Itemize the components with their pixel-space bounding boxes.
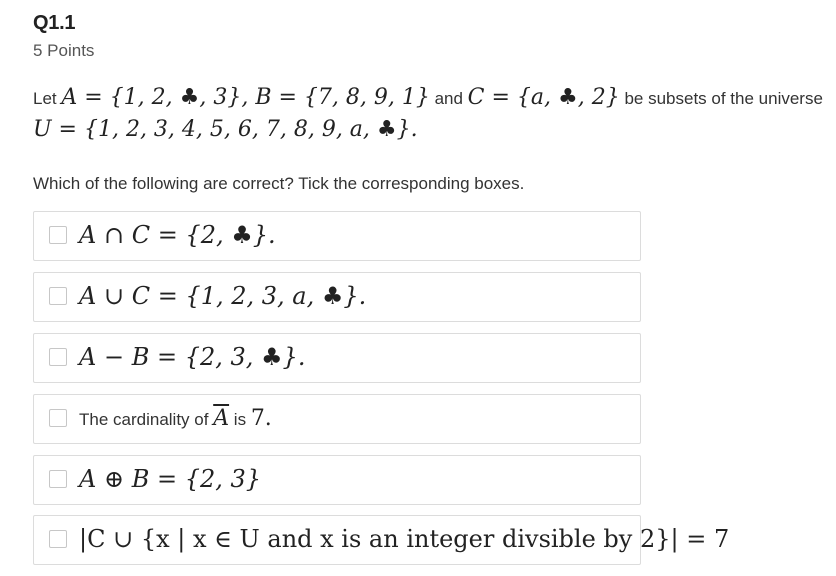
set-c-definition: C = {a, ♣, 2} <box>467 85 620 110</box>
question-stem: Let A = {1, 2, ♣, 3}, B = {7, 8, 9, 1} a… <box>33 82 823 146</box>
stem-text-subsets: be subsets of the universe <box>619 89 823 108</box>
option-4[interactable]: The cardinality of A is 7. <box>33 394 641 444</box>
option-5-checkbox[interactable] <box>49 470 67 488</box>
option-4-prefix: The cardinality of <box>79 410 214 429</box>
option-5-math: A ⊕ B = {2, 3} <box>79 465 262 493</box>
option-4-complement-a: A <box>213 406 230 431</box>
option-2[interactable]: A ∪ C = {1, 2, 3, a, ♣}. <box>33 272 641 322</box>
option-4-checkbox[interactable] <box>49 409 67 427</box>
option-6-math: |C ∪ {x | x ∈ U and x is an integer divs… <box>79 525 730 553</box>
option-5-label: A ⊕ B = {2, 3} <box>79 465 261 493</box>
option-4-middle: is <box>229 410 251 429</box>
option-3-math: A − B = {2, 3, ♣}. <box>79 343 306 371</box>
option-3-checkbox[interactable] <box>49 348 67 366</box>
question-points: 5 Points <box>33 41 95 60</box>
option-1-label: A ∩ C = {2, ♣}. <box>79 221 276 249</box>
question-title: Q1.1 <box>33 12 76 34</box>
option-6[interactable]: |C ∪ {x | x ∈ U and x is an integer divs… <box>33 515 729 565</box>
stem-text-and: and <box>429 89 468 108</box>
universe-definition: U = {1, 2, 3, 4, 5, 6, 7, 8, 9, a, ♣}. <box>33 117 418 142</box>
stem-text-let: Let <box>33 89 62 108</box>
option-1-math: A ∩ C = {2, ♣}. <box>79 221 276 249</box>
option-3-label: A − B = {2, 3, ♣}. <box>79 343 305 371</box>
option-2-math: A ∪ C = {1, 2, 3, a, ♣}. <box>79 282 367 310</box>
option-5[interactable]: A ⊕ B = {2, 3} <box>33 455 641 505</box>
instruction-text: Which of the following are correct? Tick… <box>33 174 525 193</box>
option-4-label: The cardinality of A is 7. <box>79 406 272 431</box>
set-a-b-definition: A = {1, 2, ♣, 3}, B = {7, 8, 9, 1} <box>61 85 430 110</box>
option-2-checkbox[interactable] <box>49 287 67 305</box>
option-3[interactable]: A − B = {2, 3, ♣}. <box>33 333 641 383</box>
option-1-checkbox[interactable] <box>49 226 67 244</box>
option-6-checkbox[interactable] <box>49 530 67 548</box>
option-6-label: |C ∪ {x | x ∈ U and x is an integer divs… <box>79 525 729 553</box>
option-1[interactable]: A ∩ C = {2, ♣}. <box>33 211 641 261</box>
option-4-value: 7. <box>250 406 272 431</box>
option-2-label: A ∪ C = {1, 2, 3, a, ♣}. <box>79 282 366 310</box>
